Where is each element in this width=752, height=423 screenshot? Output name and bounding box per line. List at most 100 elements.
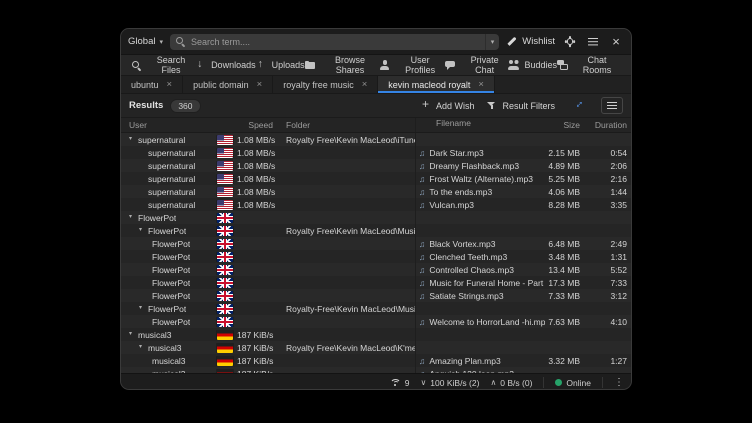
country-flag-icon <box>217 174 233 184</box>
close-tab-icon[interactable]: × <box>167 80 173 89</box>
result-user: musical3 <box>148 343 182 353</box>
menu-button[interactable] <box>585 36 601 47</box>
result-user: supernatural <box>148 187 195 197</box>
result-row[interactable]: ▾ FlowerPot Royalty-Free\Kevin MacLeod\M… <box>121 302 631 315</box>
search-icon <box>131 60 142 71</box>
search-tab-royalty-free-music[interactable]: royalty free music × <box>273 76 378 93</box>
toolbar-tab-chat-rooms[interactable]: Chat Rooms <box>557 55 621 75</box>
result-user: supernatural <box>148 161 195 171</box>
expander-icon[interactable]: ▾ <box>126 211 135 224</box>
result-row[interactable]: ▾ FlowerPot ♫ Music for Funeral Home - P… <box>121 276 631 289</box>
result-duration: 2:06 <box>587 161 631 171</box>
result-row[interactable]: ▾ supernatural 1.08 MB/s ♫ Frost Waltz (… <box>121 172 631 185</box>
country-flag-icon <box>217 304 233 314</box>
search-icon <box>175 36 186 47</box>
close-button[interactable]: × <box>608 37 624 47</box>
close-tab-icon[interactable]: × <box>362 80 368 89</box>
result-duration: 3:35 <box>587 200 631 210</box>
close-tab-icon[interactable]: × <box>257 80 263 89</box>
search-entry[interactable]: ▾ <box>170 34 499 50</box>
result-row[interactable]: ▾ FlowerPot ♫ Satiate Strings.mp3 7.33 M… <box>121 289 631 302</box>
wishlist-button[interactable]: Wishlist <box>506 36 555 47</box>
col-user[interactable]: User <box>121 120 213 130</box>
result-row[interactable]: ▾ FlowerPot ♫ Clenched Teeth.mp3 3.48 MB… <box>121 250 631 263</box>
upload-rate[interactable]: ∧ 0 B/s (0) <box>490 378 532 388</box>
close-tab-icon[interactable]: × <box>478 80 484 89</box>
result-row[interactable]: ▾ supernatural 1.08 MB/s ♫ To the ends.m… <box>121 185 631 198</box>
result-row[interactable]: ▾ FlowerPot ♫ Welcome to HorrorLand -hi.… <box>121 315 631 328</box>
result-duration: 0:54 <box>587 148 631 158</box>
country-flag-icon <box>217 187 233 197</box>
audio-file-icon: ♫ <box>419 148 425 158</box>
toolbar-tab-buddies[interactable]: Buddies <box>508 60 557 71</box>
result-size: 4.89 MB <box>545 161 587 171</box>
audio-file-icon: ♫ <box>419 239 425 249</box>
statusbar-menu-button[interactable]: ⋮ <box>614 377 624 388</box>
col-filename[interactable]: Filename <box>415 118 545 132</box>
down-icon <box>195 60 206 71</box>
search-tab-kevin-macleod-royalt[interactable]: kevin macleod royalt × <box>378 76 495 93</box>
col-speed[interactable]: Speed <box>237 120 285 130</box>
search-scope-dropdown[interactable]: Global ▾ <box>128 36 163 47</box>
result-row[interactable]: ▾ musical3 187 KiB/s ♫ Amazing Plan.mp3 … <box>121 354 631 367</box>
toolbar-tab-downloads[interactable]: Downloads <box>195 60 256 71</box>
online-status-icon <box>555 379 562 386</box>
results-label: Results <box>129 100 163 111</box>
toolbar-tab-search-files[interactable]: Search Files <box>131 55 195 75</box>
result-row[interactable]: ▾ FlowerPot Royalty Free\Kevin MacLeod\M… <box>121 224 631 237</box>
result-filename: Controlled Chaos.mp3 <box>429 265 514 275</box>
result-user: FlowerPot <box>152 291 190 301</box>
view-mode-toggle[interactable] <box>601 97 623 114</box>
result-row[interactable]: ▾ FlowerPot ♫ Black Vortex.mp3 6.48 MB 2… <box>121 237 631 250</box>
expander-icon[interactable]: ▾ <box>126 133 135 146</box>
col-duration[interactable]: Duration <box>587 120 632 130</box>
toolbar-tab-uploads[interactable]: Uploads <box>256 60 305 71</box>
result-row[interactable]: ▾ supernatural 1.08 MB/s ♫ Dark Star.mp3… <box>121 146 631 159</box>
country-flag-icon <box>217 291 233 301</box>
toolbar-tab-private-chat[interactable]: Private Chat <box>445 55 509 75</box>
result-row[interactable]: ▾ supernatural 1.08 MB/s ♫ Dreamy Flashb… <box>121 159 631 172</box>
toolbar-tab-browse-shares[interactable]: Browse Shares <box>305 55 380 75</box>
add-wish-label: Add Wish <box>436 101 475 111</box>
connection-status[interactable]: Online <box>555 378 591 388</box>
search-input[interactable] <box>191 37 480 47</box>
country-flag-icon <box>217 265 233 275</box>
result-size: 6.48 MB <box>545 239 587 249</box>
result-row[interactable]: ▾ musical3 187 KiB/s Royalty Free\Kevin … <box>121 341 631 354</box>
result-row[interactable]: ▾ supernatural 1.08 MB/s ♫ Vulcan.mp3 8.… <box>121 198 631 211</box>
search-history-dropdown-icon[interactable]: ▾ <box>485 34 495 50</box>
search-tab-public-domain[interactable]: public domain × <box>183 76 273 93</box>
table-header: User Speed Folder Filename Size Duration <box>121 118 631 133</box>
download-rate[interactable]: ∨ 100 KiB/s (2) <box>420 378 479 388</box>
result-filters-button[interactable]: Result Filters <box>486 100 555 111</box>
toolbar-tab-user-profiles[interactable]: User Profiles <box>379 55 445 75</box>
result-speed: 1.08 MB/s <box>237 148 285 158</box>
result-filename: Music for Funeral Home - Part 11.m <box>429 278 545 288</box>
col-size[interactable]: Size <box>545 120 587 130</box>
peer-status[interactable]: 9 <box>390 377 410 388</box>
expand-collapse-toggle[interactable] <box>567 97 589 114</box>
result-user: FlowerPot <box>138 213 176 223</box>
search-tab-ubuntu[interactable]: ubuntu × <box>121 76 183 93</box>
audio-file-icon: ♫ <box>419 174 425 184</box>
list-view-icon <box>607 100 618 111</box>
result-row[interactable]: ▾ musical3 187 KiB/s ♫ <box>121 328 631 341</box>
col-folder[interactable]: Folder <box>285 120 415 130</box>
download-chevron-icon: ∨ <box>420 378 426 387</box>
expander-icon[interactable]: ▾ <box>136 302 145 315</box>
result-size: 7.33 MB <box>545 291 587 301</box>
expander-icon[interactable]: ▾ <box>136 224 145 237</box>
expander-icon[interactable]: ▾ <box>136 341 145 354</box>
preferences-button[interactable] <box>562 36 578 47</box>
result-row[interactable]: ▾ FlowerPot ♫ Controlled Chaos.mp3 13.4 … <box>121 263 631 276</box>
result-filename: Amazing Plan.mp3 <box>429 356 500 366</box>
result-row[interactable]: ▾ FlowerPot ♫ <box>121 211 631 224</box>
result-folder: Royalty Free\Kevin MacLeod\Music\ <box>285 226 415 236</box>
result-row[interactable]: ▾ supernatural 1.08 MB/s Royalty Free\Ke… <box>121 133 631 146</box>
audio-file-icon: ♫ <box>419 200 425 210</box>
search-scope-label: Global <box>128 36 155 47</box>
result-duration: 1:31 <box>587 252 631 262</box>
expander-icon[interactable]: ▾ <box>126 328 135 341</box>
result-user: FlowerPot <box>152 252 190 262</box>
add-wish-button[interactable]: Add Wish <box>420 100 475 111</box>
